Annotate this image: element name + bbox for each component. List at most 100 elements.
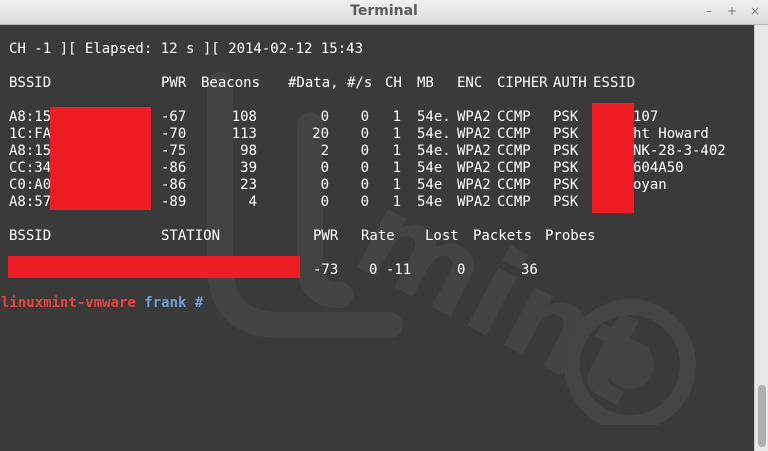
scrollbar-thumb[interactable] <box>758 385 766 447</box>
redaction-bssid <box>50 107 151 210</box>
ap-enc: WPA2 <box>457 194 491 210</box>
ap-pwr: -75 <box>161 143 187 159</box>
ap-pwr: -86 <box>161 177 187 193</box>
ap-enc: WPA2 <box>457 143 491 159</box>
ap-cipher: CCMP <box>497 177 531 193</box>
ap-per-s: 0 <box>360 126 369 142</box>
ap-beacons: 98 <box>240 143 257 159</box>
ap-bssid: C0:A0 <box>9 177 52 193</box>
terminal-area[interactable]: mint CH -1 ][ Elapsed: 12 s ][ 2014-02-1… <box>0 25 754 451</box>
ap-bssid: A8:57 <box>9 194 52 210</box>
ap-cipher: CCMP <box>497 126 531 142</box>
station-header-probes: Probes <box>545 228 596 244</box>
station-header-station: STATION <box>161 228 221 244</box>
header-pwr: PWR <box>161 75 187 91</box>
ap-auth: PSK <box>553 194 579 210</box>
header-essid: ESSID <box>593 75 636 91</box>
shell-prompt[interactable]: linuxmint-vmware frank # <box>1 295 203 312</box>
ap-enc: WPA2 <box>457 126 491 142</box>
ap-ch: 1 <box>392 143 401 159</box>
station-header-packets: Packets <box>473 228 533 244</box>
ap-mb: 54e <box>417 194 443 210</box>
header-enc: ENC <box>457 75 483 91</box>
ap-enc: WPA2 <box>457 109 491 125</box>
ap-bssid: 1C:FA <box>9 126 52 142</box>
ap-mb: 54e <box>417 160 443 176</box>
header-data: #Data, #/s <box>288 75 373 91</box>
ap-essid: 107 <box>633 109 659 125</box>
header-beacons: Beacons <box>201 75 261 91</box>
ap-mb: 54e <box>417 177 443 193</box>
ap-beacons: 108 <box>231 109 257 125</box>
ap-data: 0 <box>320 177 329 193</box>
ap-auth: PSK <box>553 126 579 142</box>
station-rate: 0 -11 <box>369 262 412 278</box>
ap-cipher: CCMP <box>497 109 531 125</box>
ap-auth: PSK <box>553 177 579 193</box>
ap-beacons: 113 <box>231 126 257 142</box>
prompt-host: linuxmint-vmware <box>1 295 136 311</box>
ap-ch: 1 <box>392 109 401 125</box>
ap-pwr: -89 <box>161 194 187 210</box>
ap-ch: 1 <box>392 160 401 176</box>
station-header-bssid: BSSID <box>9 228 52 244</box>
station-packets: 36 <box>521 262 538 278</box>
ap-essid: ht Howard <box>633 126 709 142</box>
scrollbar[interactable] <box>754 25 768 451</box>
ap-mb: 54e. <box>417 143 451 159</box>
header-ch: CH <box>385 75 402 91</box>
ap-data: 0 <box>320 194 329 210</box>
header-auth: AUTH <box>553 75 587 91</box>
ap-ch: 1 <box>392 126 401 142</box>
header-cipher: CIPHER <box>497 75 548 91</box>
window-title: Terminal <box>350 3 418 19</box>
ap-auth: PSK <box>553 143 579 159</box>
ap-pwr: -67 <box>161 109 187 125</box>
ap-auth: PSK <box>553 160 579 176</box>
ap-essid: NK-28-3-402 <box>633 143 726 159</box>
ap-per-s: 0 <box>360 194 369 210</box>
ap-per-s: 0 <box>360 109 369 125</box>
ap-bssid: CC:34 <box>9 160 52 176</box>
ap-cipher: CCMP <box>497 160 531 176</box>
station-header-rate: Rate <box>361 228 395 244</box>
ap-beacons: 23 <box>240 177 257 193</box>
ap-enc: WPA2 <box>457 160 491 176</box>
ap-per-s: 0 <box>360 160 369 176</box>
ap-auth: PSK <box>553 109 579 125</box>
ap-enc: WPA2 <box>457 177 491 193</box>
redaction-station <box>8 256 300 278</box>
station-lost: 0 <box>457 262 466 278</box>
ap-bssid: A8:15 <box>9 109 52 125</box>
station-header-pwr: PWR <box>313 228 339 244</box>
close-button[interactable]: × <box>748 4 762 18</box>
ap-pwr: -86 <box>161 160 187 176</box>
ap-ch: 1 <box>392 194 401 210</box>
ap-data: 2 <box>320 143 329 159</box>
ap-mb: 54e. <box>417 109 451 125</box>
prompt-symbol: # <box>194 295 204 311</box>
ap-essid: oyan <box>633 177 667 193</box>
station-header-lost: Lost <box>425 228 459 244</box>
ap-essid: 604A50 <box>633 160 684 176</box>
header-bssid: BSSID <box>9 75 52 91</box>
ap-pwr: -70 <box>161 126 187 142</box>
ap-cipher: CCMP <box>497 143 531 159</box>
maximize-button[interactable]: + <box>725 4 739 18</box>
prompt-dir: frank <box>144 295 187 311</box>
header-mb: MB <box>417 75 434 91</box>
ap-per-s: 0 <box>360 143 369 159</box>
redaction-essid <box>592 103 634 213</box>
station-pwr: -73 <box>313 262 339 278</box>
ap-data: 20 <box>312 126 329 142</box>
title-bar[interactable]: Terminal – + × <box>0 0 768 25</box>
ap-per-s: 0 <box>360 177 369 193</box>
ap-beacons: 39 <box>240 160 257 176</box>
ap-data: 0 <box>320 160 329 176</box>
ap-data: 0 <box>320 109 329 125</box>
ap-mb: 54e. <box>417 126 451 142</box>
minimize-button[interactable]: – <box>702 4 716 18</box>
ap-cipher: CCMP <box>497 194 531 210</box>
ap-beacons: 4 <box>248 194 257 210</box>
status-line: CH -1 ][ Elapsed: 12 s ][ 2014-02-12 15:… <box>9 41 364 57</box>
